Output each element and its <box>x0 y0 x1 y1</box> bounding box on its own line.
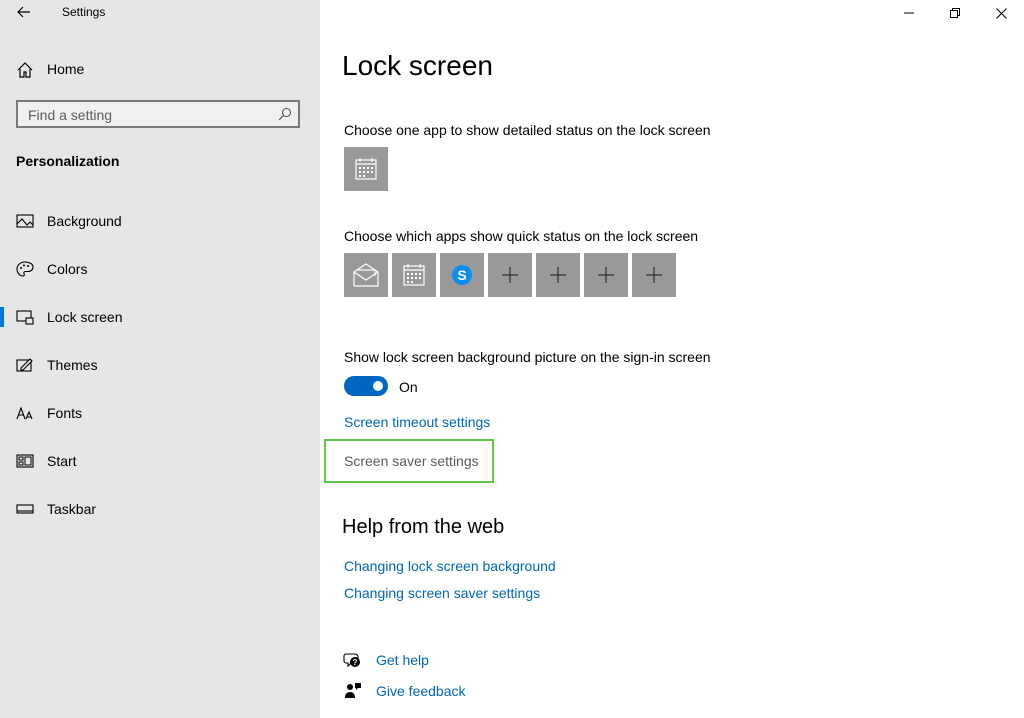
back-arrow-icon <box>17 6 30 18</box>
sidebar-item-themes[interactable]: Themes <box>0 347 320 383</box>
home-icon <box>17 62 33 78</box>
screen-saver-link[interactable]: Screen saver settings <box>344 453 479 469</box>
give-feedback-link[interactable]: Give feedback <box>376 683 466 699</box>
calendar-icon <box>403 264 425 286</box>
minimize-button[interactable] <box>886 0 932 26</box>
skype-icon: S <box>452 265 472 285</box>
start-icon <box>16 454 34 468</box>
close-icon <box>995 7 1007 19</box>
sidebar-item-label: Themes <box>47 357 98 373</box>
add-quick-status-app-button[interactable] <box>584 253 628 297</box>
plus-icon <box>550 267 566 283</box>
plus-icon <box>646 267 662 283</box>
search-box[interactable] <box>16 100 300 128</box>
sidebar-item-colors[interactable]: Colors <box>0 251 320 287</box>
sidebar-item-start[interactable]: Start <box>0 443 320 479</box>
minimize-icon <box>904 12 914 14</box>
quick-status-app-button[interactable] <box>344 253 388 297</box>
taskbar-icon <box>16 504 34 514</box>
sidebar-item-label: Start <box>47 453 77 469</box>
quick-status-app-button[interactable]: S <box>440 253 484 297</box>
detailed-status-app-button[interactable] <box>344 147 388 191</box>
sidebar-item-label: Background <box>47 213 122 229</box>
screen-timeout-link[interactable]: Screen timeout settings <box>344 414 490 430</box>
feedback-icon <box>345 683 361 698</box>
help-link-lock-screen-background[interactable]: Changing lock screen background <box>344 558 556 574</box>
svg-text:S: S <box>457 267 466 283</box>
picture-icon <box>16 214 34 228</box>
svg-text:?: ? <box>353 658 358 667</box>
toggle-knob <box>373 381 383 391</box>
search-icon <box>278 107 292 121</box>
section-heading: Personalization <box>16 153 120 169</box>
palette-icon <box>16 261 34 277</box>
quick-status-app-button[interactable] <box>392 253 436 297</box>
selected-indicator <box>0 307 4 327</box>
mail-icon <box>353 263 379 287</box>
sidebar: Settings Home Personalization Background… <box>0 0 320 718</box>
help-link-screen-saver[interactable]: Changing screen saver settings <box>344 585 540 601</box>
toggle-state-label: On <box>399 379 418 395</box>
get-help-link[interactable]: Get help <box>376 652 429 668</box>
home-nav-item[interactable]: Home <box>0 53 320 85</box>
calendar-icon <box>355 158 377 180</box>
lock-screen-icon <box>16 310 34 325</box>
detailed-status-label: Choose one app to show detailed status o… <box>344 122 711 138</box>
restore-icon <box>950 8 960 18</box>
sidebar-item-taskbar[interactable]: Taskbar <box>0 491 320 527</box>
signin-picture-label: Show lock screen background picture on t… <box>344 349 711 365</box>
fonts-icon <box>16 406 33 420</box>
quick-status-label: Choose which apps show quick status on t… <box>344 228 699 244</box>
add-quick-status-app-button[interactable] <box>488 253 532 297</box>
search-input[interactable] <box>26 105 270 125</box>
restore-button[interactable] <box>932 0 978 26</box>
sidebar-item-label: Fonts <box>47 405 83 421</box>
sidebar-item-label: Taskbar <box>47 501 97 517</box>
sidebar-item-lock-screen[interactable]: Lock screen <box>0 299 320 335</box>
close-button[interactable] <box>978 0 1024 26</box>
add-quick-status-app-button[interactable] <box>632 253 676 297</box>
app-title: Settings <box>62 5 106 19</box>
sidebar-item-fonts[interactable]: Fonts <box>0 395 320 431</box>
get-help-icon: ? <box>343 653 360 668</box>
sidebar-item-label: Lock screen <box>47 309 123 325</box>
themes-icon <box>16 358 33 372</box>
plus-icon <box>502 267 518 283</box>
home-label: Home <box>47 61 85 77</box>
help-heading: Help from the web <box>342 516 505 538</box>
add-quick-status-app-button[interactable] <box>536 253 580 297</box>
back-button[interactable] <box>8 0 40 24</box>
plus-icon <box>598 267 614 283</box>
sidebar-item-background[interactable]: Background <box>0 203 320 239</box>
sidebar-item-label: Colors <box>47 261 88 277</box>
page-title: Lock screen <box>342 50 493 81</box>
signin-picture-toggle[interactable] <box>344 376 388 396</box>
